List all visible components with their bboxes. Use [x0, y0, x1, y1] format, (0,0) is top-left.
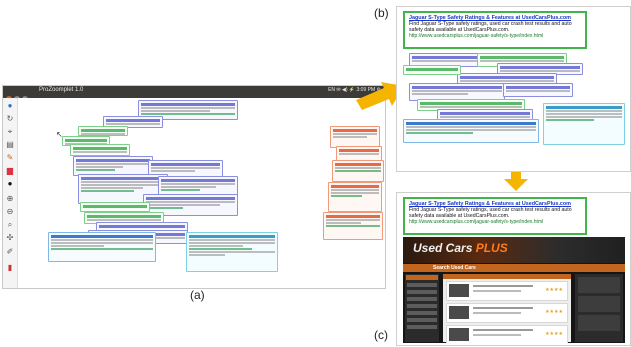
settings-icon[interactable]: ✣: [6, 234, 14, 242]
car-image: [449, 306, 469, 319]
listing-row[interactable]: ★★★★: [446, 281, 568, 301]
site-main-content: ★★★★ ★★★★ ★★★★: [443, 274, 571, 343]
zoom-in-icon[interactable]: ⊕: [6, 195, 14, 203]
listing-row[interactable]: ★★★★: [446, 303, 568, 323]
site-logo[interactable]: Used Cars PLUS: [413, 241, 508, 255]
sidebar-item[interactable]: [407, 311, 437, 315]
featured-result[interactable]: Jaguar S-Type Safety Ratings & Features …: [403, 197, 587, 235]
pen-icon[interactable]: ✐: [6, 248, 14, 256]
featured-url[interactable]: http://www.usedcarsplus.com/jaguar-safet…: [409, 219, 581, 225]
featured-description: Find Jaguar S-Type safety ratings, used …: [409, 207, 572, 220]
paint-icon[interactable]: ✎: [6, 154, 14, 162]
rating-stars: ★★★★: [545, 287, 563, 293]
result-card[interactable]: [403, 119, 539, 143]
featured-result[interactable]: Jaguar S-Type Safety Ratings & Features …: [403, 11, 587, 49]
refresh-icon[interactable]: ↻: [6, 115, 14, 123]
circle-icon[interactable]: ●: [6, 180, 14, 188]
sidebar-item[interactable]: [407, 318, 437, 322]
tool-palette: ● ↻ ⌖ ▤ ✎ ▆ ● ⊕ ⊖ ⌕ ✣ ✐ ▮: [3, 98, 18, 288]
result-card[interactable]: [330, 126, 380, 148]
pin-icon[interactable]: ⌖: [6, 128, 14, 136]
result-card[interactable]: [332, 160, 384, 182]
sidebar-item[interactable]: [407, 283, 437, 287]
website-preview[interactable]: Used Cars PLUS Search Used Cars ★★★★ ★★★…: [403, 237, 625, 343]
featured-description: Find Jaguar S-Type safety ratings, used …: [409, 21, 572, 34]
listing-row[interactable]: ★★★★: [446, 325, 568, 343]
label-b: (b): [374, 6, 389, 20]
result-card[interactable]: [78, 126, 128, 136]
sidebar-item[interactable]: [407, 290, 437, 294]
result-card[interactable]: [503, 83, 573, 97]
fit-icon[interactable]: ⌕: [6, 221, 14, 229]
rating-stars: ★★★★: [545, 331, 563, 337]
globe-icon[interactable]: ●: [6, 102, 14, 110]
result-card[interactable]: [186, 232, 278, 272]
palette-icon[interactable]: ▆: [6, 167, 14, 175]
result-card[interactable]: [80, 202, 150, 212]
result-card[interactable]: [403, 65, 461, 75]
trash-icon[interactable]: ▮: [6, 264, 14, 272]
label-a: (a): [190, 288, 205, 302]
result-card[interactable]: [323, 212, 383, 240]
result-card[interactable]: [328, 182, 382, 212]
rating-stars: ★★★★: [545, 309, 563, 315]
site-right-column: [575, 274, 623, 342]
site-sidebar: [405, 274, 439, 342]
label-c: (c): [374, 328, 388, 342]
stack-icon[interactable]: ▤: [6, 141, 14, 149]
result-card[interactable]: [73, 156, 153, 176]
car-image: [449, 284, 469, 297]
sidebar-item[interactable]: [407, 304, 437, 308]
sidebar-item[interactable]: [407, 325, 437, 329]
site-search-bar[interactable]: Search Used Cars: [403, 264, 625, 272]
opened-page-view: Jaguar S-Type Safety Ratings & Features …: [396, 192, 631, 346]
window-title: ProZoomplet 1.0: [39, 87, 84, 93]
result-card[interactable]: [543, 103, 625, 145]
app-window: ProZoomplet 1.0 EN ✉ ◀) ⚡ 3:09 PM ⚙ ● ↻ …: [2, 85, 386, 289]
featured-url[interactable]: http://www.usedcarsplus.com/jaguar-safet…: [409, 33, 581, 39]
zoom-out-icon[interactable]: ⊖: [6, 208, 14, 216]
results-canvas[interactable]: ↖: [18, 98, 384, 288]
result-card[interactable]: [48, 232, 156, 262]
result-card[interactable]: [70, 144, 130, 156]
sidebar-item[interactable]: [407, 297, 437, 301]
car-image: [449, 328, 469, 341]
zoomed-results-view: Jaguar S-Type Safety Ratings & Features …: [396, 6, 631, 172]
title-bar: ProZoomplet 1.0 EN ✉ ◀) ⚡ 3:09 PM ⚙: [3, 86, 385, 102]
